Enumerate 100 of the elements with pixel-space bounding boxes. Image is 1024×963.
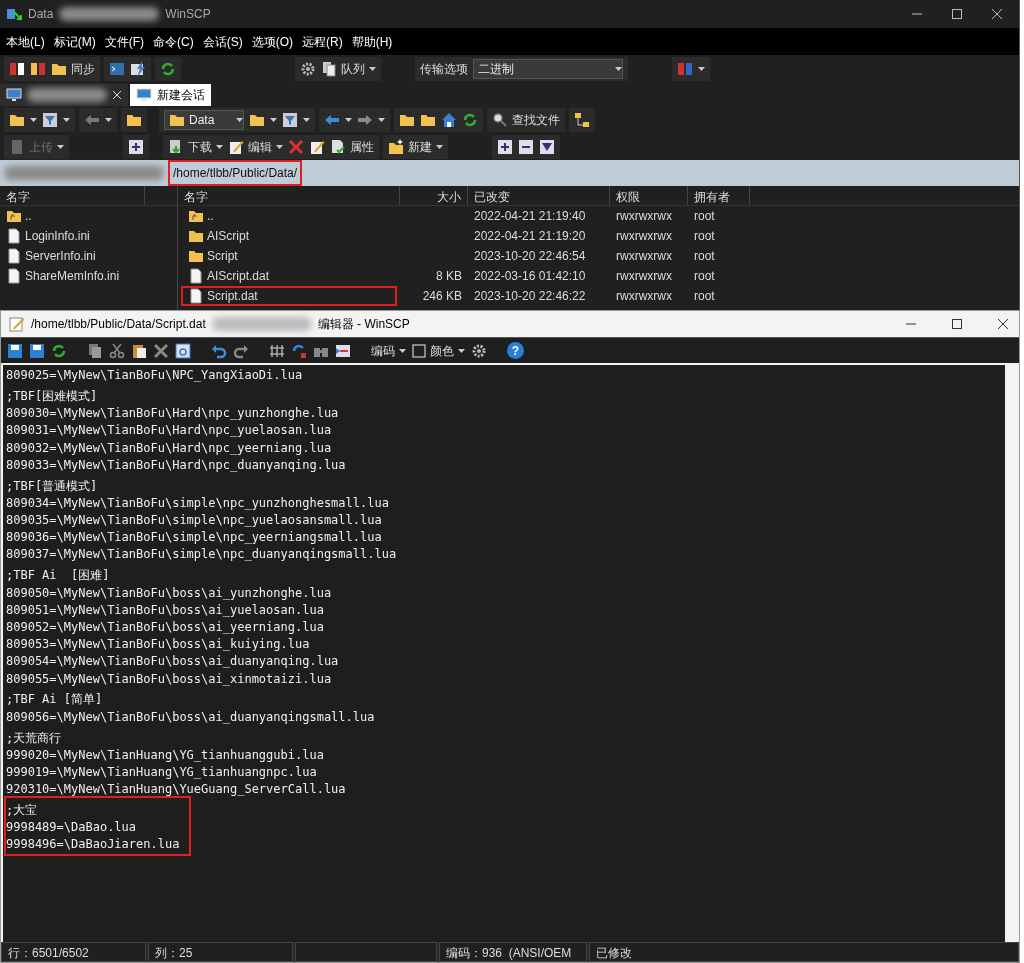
column-header[interactable]: 名字 [178,186,400,205]
file-name[interactable]: AIScript [182,227,396,245]
expand-icon[interactable] [497,138,513,155]
caret-icon[interactable] [345,117,352,122]
file-name[interactable]: LoginInfo.ini [0,227,96,245]
scissors-icon[interactable] [109,342,125,359]
maximize-icon[interactable] [951,318,963,330]
caret-icon[interactable] [236,117,243,122]
window-title: 编辑器 - WinSCP [317,316,410,333]
settings-icon[interactable] [471,342,487,359]
file-name[interactable]: .. [0,207,38,225]
file-name[interactable]: ServerInfo.ini [0,247,102,265]
menu-item[interactable]: 本地(L) [6,32,45,51]
caret-icon[interactable] [458,348,465,353]
session-tab[interactable] [0,84,128,106]
clipboard-icon[interactable] [131,342,147,359]
caret-icon[interactable] [378,117,385,122]
filter-icon[interactable] [42,111,58,128]
file-name[interactable]: ShareMemInfo.ini [0,267,126,285]
maximize-icon[interactable] [951,8,963,20]
save-icon[interactable] [29,342,45,359]
column-header[interactable]: 名字 [0,186,145,205]
transfer-mode-dropdown[interactable]: 二进制 [473,58,623,79]
remote-path-field[interactable]: /home/tlbb/Public/Data/ [170,162,301,184]
caret-icon[interactable] [57,144,64,149]
app-icon [6,6,22,22]
caret-icon[interactable] [270,117,277,122]
document-icon[interactable] [9,138,25,155]
caret-icon[interactable] [105,117,112,122]
squares-icon[interactable] [9,60,25,77]
caret-icon[interactable] [436,144,443,149]
column-header[interactable]: 已改变 [468,186,610,205]
squares-icon[interactable] [30,60,46,77]
documents-icon[interactable] [321,60,337,77]
collapse-icon[interactable] [518,138,534,155]
code-line: 809025=\MyNew\TianBoFu\NPC_YangXiaoDi.lua [6,367,304,384]
menu-item[interactable]: 会话(S) [202,32,243,51]
grid-icon[interactable] [269,342,285,359]
terminal-icon[interactable] [109,60,125,77]
permissions: rwxrwxrwx [615,288,673,305]
file-icon [188,288,204,304]
column-header[interactable]: 拥有者 [688,186,750,205]
pencil-icon[interactable] [228,138,244,155]
redo-icon[interactable] [233,342,249,359]
folder-dropdown[interactable]: Data [164,109,244,130]
file-name[interactable]: Script.dat [182,287,396,305]
replace-icon[interactable] [291,342,307,359]
home-icon[interactable] [441,111,457,128]
caret-icon[interactable] [399,348,406,353]
copy-icon[interactable] [87,342,103,359]
menu-item[interactable]: 文件(F) [104,32,144,51]
search-icon[interactable] [492,111,508,128]
download-button[interactable]: 下载 [168,137,223,156]
lightning-icon[interactable] [130,60,146,77]
close-icon[interactable] [997,318,1009,330]
menu-item[interactable]: 帮助(H) [351,32,393,51]
refresh-icon[interactable] [51,342,67,359]
caret-icon[interactable] [276,144,283,149]
caret-icon[interactable] [369,66,376,71]
caret-icon[interactable] [303,117,310,122]
delete-icon[interactable] [288,138,304,155]
settings-icon[interactable] [300,60,316,77]
properties-button[interactable]: 属性 [330,137,374,156]
modified-date: 2022-04-21 21:19:40 [473,208,587,225]
file-name[interactable]: AIScript.dat [182,267,396,285]
new-folder-icon[interactable] [388,138,404,155]
delete-icon[interactable] [153,342,169,359]
session-tab[interactable]: 新建会话 [130,84,211,106]
tree-icon[interactable] [574,111,590,128]
column-header[interactable]: 权限 [610,186,688,205]
menu-item[interactable]: 远程(R) [302,32,343,51]
encoding-button[interactable]: 编码 [371,341,406,360]
properties-icon[interactable] [330,138,346,155]
color-button[interactable]: 颜色 [412,341,465,360]
caret-icon[interactable] [216,144,223,149]
caret-icon[interactable] [698,66,705,71]
column-header[interactable]: 大小 [400,186,468,205]
caret-icon[interactable] [615,66,622,71]
pencil-icon[interactable] [309,138,325,155]
file-name[interactable]: .. [182,207,396,225]
filter-icon[interactable] [282,111,298,128]
save-icon[interactable] [7,342,23,359]
menu-item[interactable]: 标记(M) [53,32,96,51]
refresh-icon[interactable] [160,60,176,77]
help-button[interactable]: ? [507,342,524,359]
select-all-icon[interactable] [175,342,191,359]
caret-icon[interactable] [30,117,37,122]
refresh-icon[interactable] [462,111,478,128]
modified-date: 2022-04-21 21:19:20 [473,228,587,245]
file-name[interactable]: Script [182,247,396,265]
edit-button[interactable]: 编辑 [228,137,283,156]
caret-icon[interactable] [63,117,70,122]
menu-item[interactable]: 选项(O) [251,32,293,51]
square-icon[interactable] [412,343,426,358]
modified-date: 2023-10-20 22:46:22 [473,288,587,305]
menu-item[interactable]: 命令(C) [153,32,194,51]
funnel-icon[interactable] [539,138,555,155]
expand-icon[interactable] [128,138,144,155]
window-title: WinSCP [165,6,211,23]
close-icon[interactable] [991,8,1003,20]
